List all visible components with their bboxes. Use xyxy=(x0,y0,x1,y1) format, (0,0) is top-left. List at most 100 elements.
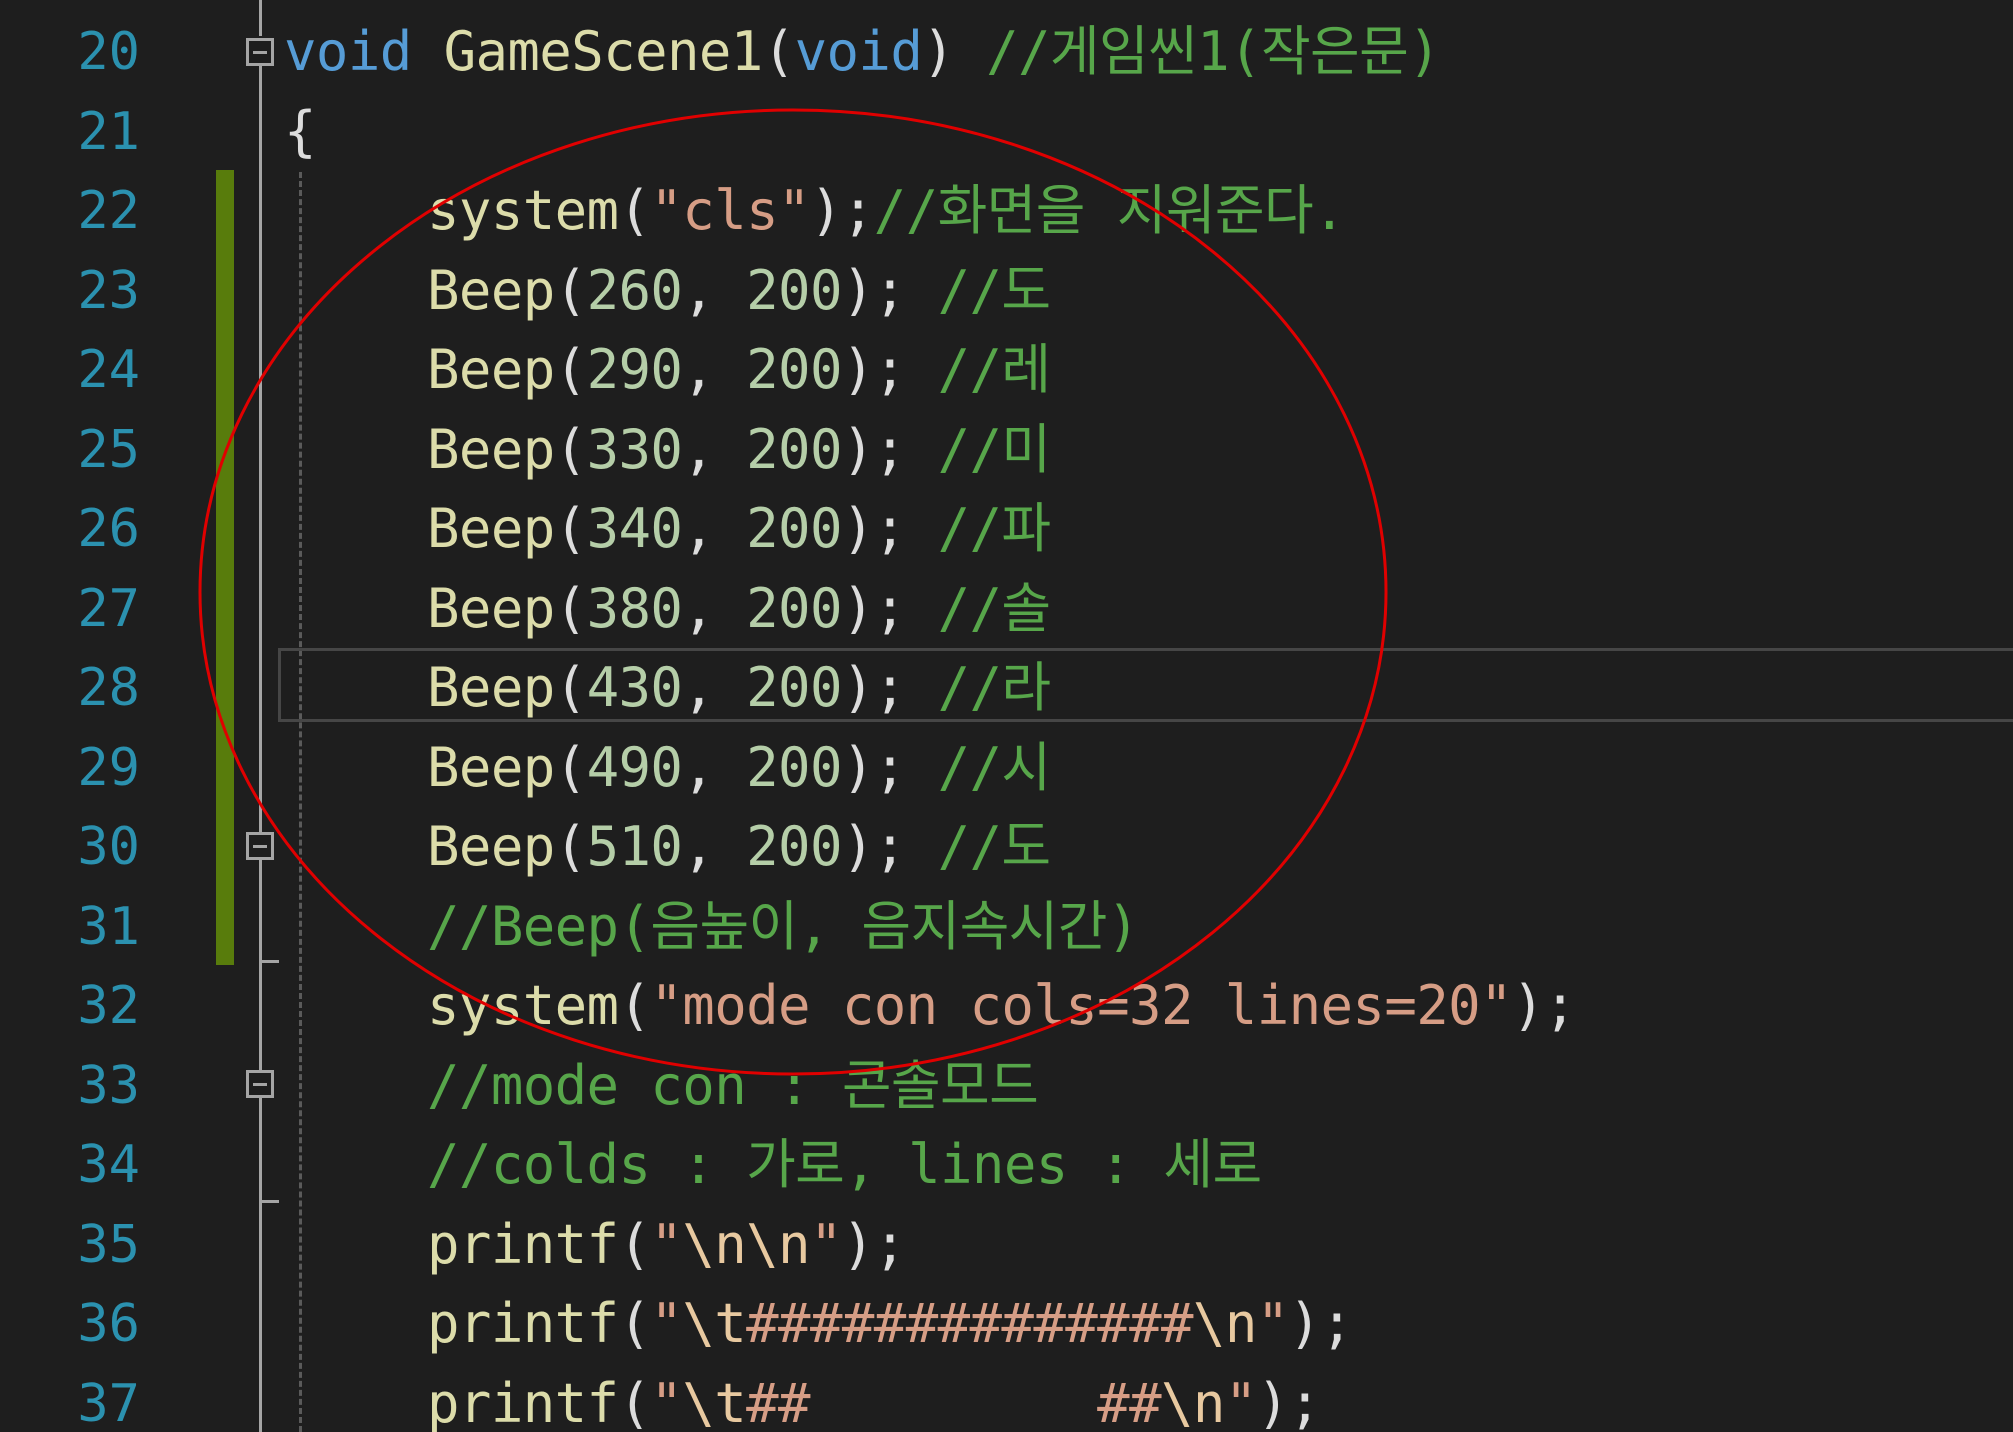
code-line[interactable]: 36 printf("\t##############\n"); xyxy=(0,1284,2013,1364)
code-token: ); xyxy=(841,815,938,878)
line-number: 23 xyxy=(77,260,140,321)
code-text: Beep(510, 200); //도 xyxy=(427,807,1051,887)
line-number: 33 xyxy=(77,1055,140,1116)
line-number: 24 xyxy=(77,340,140,400)
line-number: 22 xyxy=(77,181,140,241)
code-token: system xyxy=(427,179,619,242)
code-token: printf xyxy=(427,1212,619,1276)
code-token: //화면을 지워준다. xyxy=(873,179,1346,242)
code-line[interactable]: 32 system("mode con cols=32 lines=20"); xyxy=(0,966,2013,1046)
code-token: \n xyxy=(1192,1292,1257,1355)
code-token: Beep xyxy=(427,576,555,640)
code-token: 260 xyxy=(586,258,683,322)
code-token: //도 xyxy=(937,258,1052,322)
code-line[interactable]: 34 //colds : 가로, lines : 세로 xyxy=(0,1125,2013,1205)
line-number: 36 xyxy=(77,1294,140,1354)
code-token: ); xyxy=(841,656,938,719)
code-line[interactable]: 35 printf("\n\n"); xyxy=(0,1205,2013,1285)
code-token: //mode con : 콘솔모드 xyxy=(427,1053,1039,1117)
code-token: printf xyxy=(427,1371,619,1432)
code-token: , xyxy=(682,258,747,322)
code-line[interactable]: 20 void GameScene1(void) //게임씬1(작은문) xyxy=(0,12,2013,92)
code-token: void xyxy=(284,20,412,83)
code-token: \n xyxy=(1160,1371,1225,1432)
line-number: 34 xyxy=(77,1135,140,1195)
code-token: ( xyxy=(618,179,651,242)
code-token: " xyxy=(1224,1371,1258,1432)
code-token: ( xyxy=(554,258,588,322)
code-token: //라 xyxy=(937,656,1052,719)
code-text: system("mode con cols=32 lines=20"); xyxy=(427,966,1576,1046)
line-number: 20 xyxy=(77,22,140,82)
code-token: ); xyxy=(841,1212,906,1276)
code-token: //솔 xyxy=(937,576,1052,640)
code-line[interactable]: 28 Beep(430, 200); //라 xyxy=(0,648,2013,728)
code-token: ## ## xyxy=(746,1371,1161,1432)
code-token: system xyxy=(427,974,619,1037)
code-token: "cls" xyxy=(650,179,810,242)
code-token: 510 xyxy=(586,815,683,878)
code-token: ( xyxy=(618,1212,651,1276)
code-text: printf("\n\n"); xyxy=(427,1205,906,1285)
code-token: , xyxy=(682,735,747,799)
code-token: 200 xyxy=(746,656,842,719)
code-token: ( xyxy=(618,1371,651,1432)
code-token: { xyxy=(284,99,317,163)
code-token: ( xyxy=(554,417,588,481)
code-line[interactable]: 27 Beep(380, 200); //솔 xyxy=(0,569,2013,649)
code-token: 200 xyxy=(746,576,842,640)
code-token: 200 xyxy=(746,497,842,560)
code-token: ); xyxy=(841,417,938,481)
code-text: Beep(260, 200); //도 xyxy=(427,251,1051,331)
code-token: ); xyxy=(1288,1292,1353,1355)
code-token: 200 xyxy=(746,417,842,481)
code-token: 340 xyxy=(586,497,683,560)
code-line[interactable]: 22 system("cls");//화면을 지워준다. xyxy=(0,171,2013,251)
code-line[interactable]: 37 printf("\t## ##\n"); xyxy=(0,1364,2013,1432)
code-line[interactable]: 30 Beep(510, 200); //도 xyxy=(0,807,2013,887)
line-number: 21 xyxy=(77,101,140,162)
code-token: , xyxy=(682,338,747,401)
code-token: " xyxy=(650,1371,683,1432)
code-line[interactable]: 24 Beep(290, 200); //레 xyxy=(0,330,2013,410)
code-token: ); xyxy=(841,258,938,322)
line-number: 26 xyxy=(77,499,140,559)
code-line[interactable]: 29 Beep(490, 200); //시 xyxy=(0,728,2013,808)
code-token: Beep xyxy=(427,815,555,878)
code-token: 380 xyxy=(586,576,683,640)
code-token: ( xyxy=(554,735,588,799)
line-number: 31 xyxy=(77,896,140,957)
code-token: Beep xyxy=(427,258,555,322)
code-token: //레 xyxy=(937,338,1052,401)
line-number: 37 xyxy=(77,1373,140,1432)
line-number: 27 xyxy=(77,578,140,639)
code-token: " xyxy=(650,1212,683,1276)
code-token: ( xyxy=(554,338,588,401)
code-token: Beep xyxy=(427,338,555,401)
code-token: ( xyxy=(618,1292,651,1355)
code-text: printf("\t## ##\n"); xyxy=(427,1364,1321,1432)
code-token: "mode con cols=32 lines=20" xyxy=(650,974,1512,1037)
line-number: 35 xyxy=(77,1214,140,1275)
code-editor[interactable]: 20 void GameScene1(void) //게임씬1(작은문) 21{22… xyxy=(0,0,2013,1432)
line-number: 30 xyxy=(77,817,140,877)
code-line[interactable]: 33 //mode con : 콘솔모드 xyxy=(0,1046,2013,1126)
code-token: \t xyxy=(682,1292,747,1355)
code-text: system("cls");//화면을 지워준다. xyxy=(427,171,1346,251)
code-text: //Beep(음높이, 음지속시간) xyxy=(427,887,1139,967)
code-line[interactable]: 25 Beep(330, 200); //미 xyxy=(0,410,2013,490)
code-token: ( xyxy=(554,497,588,560)
code-token: 200 xyxy=(746,258,842,322)
code-token: 490 xyxy=(586,735,683,799)
code-line[interactable]: 31 //Beep(음높이, 음지속시간) xyxy=(0,887,2013,967)
code-line[interactable]: 23 Beep(260, 200); //도 xyxy=(0,251,2013,331)
code-token: Beep xyxy=(427,735,555,799)
code-token: ); xyxy=(841,497,938,560)
code-token: ); xyxy=(1511,974,1576,1037)
line-number: 32 xyxy=(77,976,140,1036)
code-line[interactable]: 21 { xyxy=(0,92,2013,172)
code-line[interactable]: 26 Beep(340, 200); //파 xyxy=(0,489,2013,569)
code-token: 200 xyxy=(746,735,842,799)
line-number: 25 xyxy=(77,419,140,480)
line-number: 29 xyxy=(77,737,140,798)
